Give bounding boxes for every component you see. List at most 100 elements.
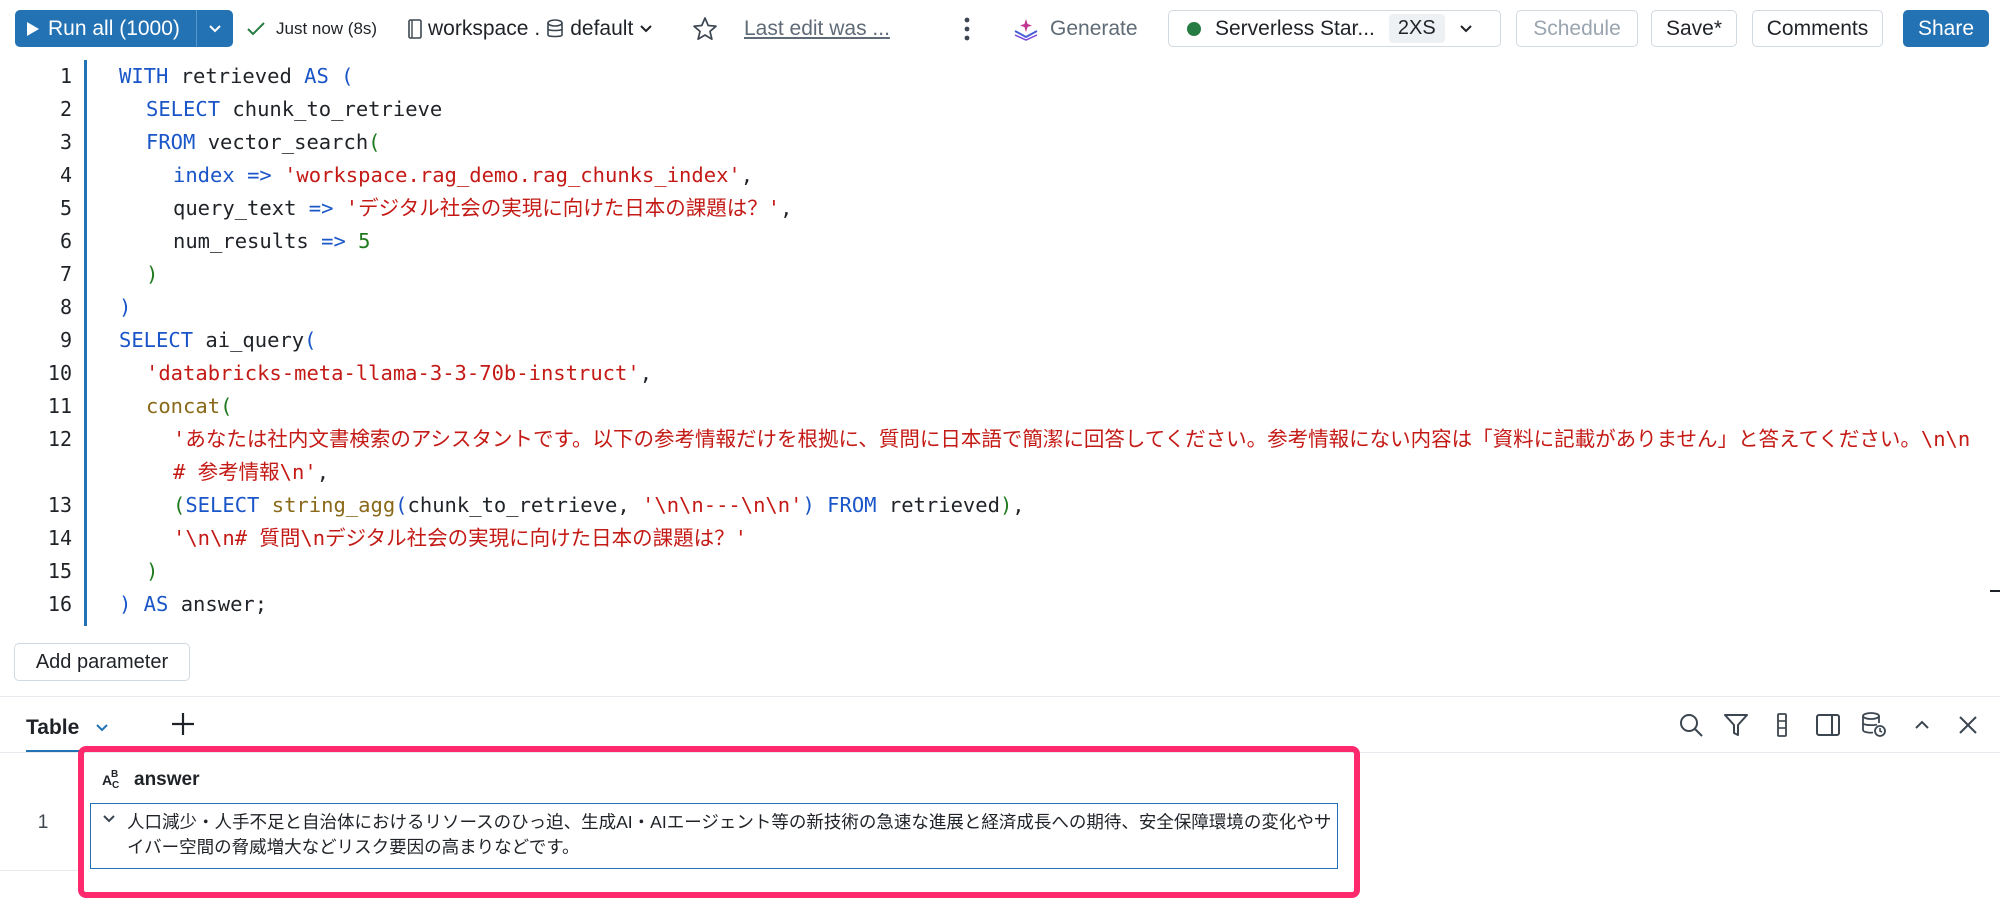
text-token: retrieved [168,64,305,88]
filter-button[interactable] [1720,709,1752,741]
share-button[interactable]: Share [1903,10,1989,47]
kw-token: SELECT [119,328,194,352]
kw-token: FROM [814,493,877,517]
paren-token: ( [368,130,381,154]
paren-token: ) [119,592,132,616]
code-text: '\n\n# 質問\nデジタル社会の実現に向けた日本の課題は？' [173,522,2000,555]
generate-button[interactable]: Generate [1012,10,1138,47]
line-number: 7 [59,262,72,286]
line-number: 16 [47,592,72,616]
kebab-menu-icon [964,17,970,40]
code-line: 8 [0,291,72,324]
save-button[interactable]: Save* [1651,10,1737,47]
op-token: => [321,229,346,253]
kw-token: AS [304,64,329,88]
line-number: 11 [47,394,72,418]
line-number: 15 [47,559,72,583]
favorite-star-button[interactable] [692,10,718,47]
line-number: 8 [59,295,72,319]
code-line: 15 [0,555,72,588]
generate-label: Generate [1050,16,1138,40]
chevron-down-icon [209,24,221,32]
code-text: SELECT ai_query( [119,324,1979,357]
line-number: 14 [47,526,72,550]
function-token: string_agg [259,493,396,517]
param-token: index [173,163,248,187]
search-results-button[interactable] [1675,709,1707,741]
side-panel-button[interactable] [1812,709,1844,741]
string-token: 'あなたは社内文書検索のアシスタントです。以下の参考情報だけを根拠に、質問に日本… [173,427,1971,484]
paren-token: ( [304,328,317,352]
string-token: 'デジタル社会の実現に向けた日本の課題は？' [333,196,781,220]
filter-icon [1724,714,1748,736]
collapse-results-button[interactable] [1906,709,1938,741]
code-line: 3 [0,126,72,159]
schedule-button[interactable]: Schedule [1516,10,1638,47]
code-text: WITH retrieved AS ( [119,60,1979,93]
string-token: 'databricks-meta-llama-3-3-70b-instruct' [146,361,640,385]
active-cell-bar [84,60,87,626]
line-number: 13 [47,493,72,517]
toolbar: Run all (1000) Just now (8s) workspace .… [0,0,2000,58]
line-number: 2 [59,97,72,121]
last-edit-link[interactable]: Last edit was ... [744,10,890,47]
code-text: ) [119,291,1979,324]
compute-selector[interactable]: Serverless Star... 2XS [1168,10,1501,47]
columns-icon [1777,713,1787,737]
text-token: num_results [173,229,322,253]
status-text: Just now (8s) [276,18,378,38]
text-token: , [780,196,793,220]
paren-token: ( [395,493,408,517]
string-token: 'workspace.rag_demo.rag_chunks_index' [271,163,741,187]
data-refresh-button[interactable] [1858,709,1890,741]
catalog-schema-selector[interactable]: workspace . default [408,10,653,47]
chevron-down-icon [1459,24,1472,32]
database-refresh-icon [1862,712,1886,737]
code-text: ) [146,555,2000,588]
run-all-main[interactable]: Run all (1000) [15,10,196,47]
paren-token: ( [328,64,354,88]
schema-name: default [570,16,634,40]
run-options-dropdown[interactable] [197,10,233,47]
line-number: 5 [59,196,72,220]
code-line: 10 [0,357,72,390]
code-text: 'databricks-meta-llama-3-3-70b-instruct'… [146,357,2000,390]
text-token: , [639,361,653,385]
code-line: 14 [0,522,72,555]
code-text: SELECT chunk_to_retrieve [146,93,2000,126]
more-options-button[interactable] [955,10,979,47]
chevron-down-icon[interactable] [95,723,109,733]
code-line: 16 [0,588,72,621]
code-text: query_text => 'デジタル社会の実現に向けた日本の課題は？', [173,192,2000,225]
code-line: 4 [0,159,72,192]
code-text: index => 'workspace.rag_demo.rag_chunks_… [173,159,2000,192]
text-token: chunk_to_retrieve [220,97,443,121]
code-text: 'あなたは社内文書検索のアシスタントです。以下の参考情報だけを根拠に、質問に日本… [173,423,1979,489]
code-line: 5 [0,192,72,225]
text-token: query_text [173,196,309,220]
run-all-button[interactable]: Run all (1000) [15,10,233,47]
add-visualization-button[interactable] [166,707,200,741]
plus-icon [172,713,194,735]
sql-editor[interactable]: 1 WITH retrieved AS ( 2 SELECT chunk_to_… [0,58,1988,630]
line-number: 9 [59,328,72,352]
text-token: chunk_to_retrieve, [407,493,643,517]
search-icon [1680,714,1703,737]
side-panel-icon [1816,714,1840,736]
paren-token: ) [146,559,159,583]
chevron-down-icon [640,24,653,32]
text-token: , [740,163,754,187]
play-icon [27,21,39,36]
add-parameter-button[interactable]: Add parameter [14,643,190,681]
compute-name: Serverless Star... [1215,16,1375,40]
run-status: Just now (8s) [246,10,377,47]
compute-size-badge: 2XS [1388,14,1445,43]
code-line: 1 [0,60,72,93]
code-line: 7 [0,258,72,291]
close-results-button[interactable] [1952,709,1984,741]
columns-button[interactable] [1766,709,1798,741]
text-token: retrieved [876,493,1000,517]
comments-button[interactable]: Comments [1752,10,1883,47]
text-token: ai_query [193,328,305,352]
tab-table-label: Table [26,716,80,739]
